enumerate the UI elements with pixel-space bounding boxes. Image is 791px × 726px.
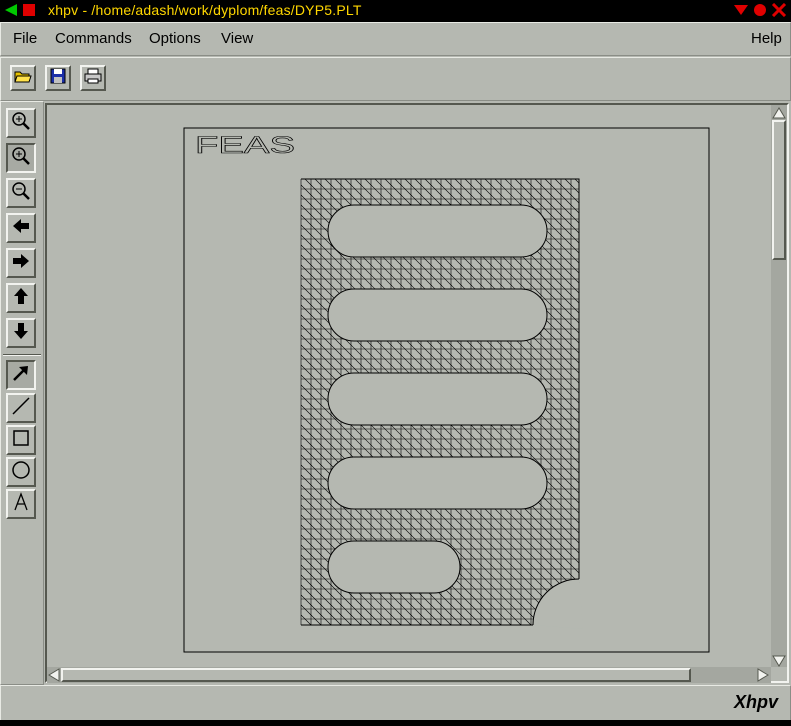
slot-hole [327, 288, 548, 342]
slot-hole [327, 540, 461, 594]
zoom-in-button[interactable] [6, 108, 36, 138]
pan-down-button[interactable] [6, 318, 36, 348]
pan-down-icon [11, 321, 31, 346]
slot-hole [327, 456, 548, 510]
back-icon[interactable] [4, 3, 18, 20]
open-button[interactable] [10, 65, 36, 91]
zoom-in-icon [11, 111, 31, 136]
menu-help[interactable]: Help [751, 30, 782, 47]
menu-options[interactable]: Options [149, 30, 201, 47]
horizontal-scrollbar[interactable] [47, 667, 771, 683]
title-bar: xhpv - /home/adash/work/dyplom/feas/DYP5… [0, 0, 791, 22]
open-folder-icon [14, 68, 32, 89]
vertical-scroll-thumb[interactable] [772, 120, 786, 260]
menu-bar: File Commands Options View Help [0, 22, 791, 56]
text-tool-icon [11, 491, 31, 517]
menu-commands[interactable]: Commands [55, 30, 132, 47]
tool-separator [3, 354, 41, 356]
tool-sidebar [0, 101, 44, 685]
minimize-icon[interactable] [733, 3, 749, 20]
pan-right-icon [11, 251, 31, 276]
corner-notch-fill [533, 579, 583, 629]
maximize-icon[interactable] [753, 3, 767, 20]
stop-icon[interactable] [22, 3, 36, 20]
toolbar [0, 57, 791, 101]
plot-svg: FEAS [183, 127, 710, 653]
line-tool-button[interactable] [6, 393, 36, 423]
line-tool-icon [11, 396, 31, 421]
save-disk-icon [50, 68, 66, 89]
pan-up-button[interactable] [6, 283, 36, 313]
text-tool-button[interactable] [6, 489, 36, 519]
circle-tool-icon [11, 460, 31, 485]
feas-logo: FEAS [195, 132, 295, 159]
menu-view[interactable]: View [221, 30, 253, 47]
window-title: xhpv - /home/adash/work/dyplom/feas/DYP5… [48, 2, 362, 18]
vertical-scrollbar[interactable] [771, 105, 787, 667]
zoom-window-button[interactable] [6, 143, 36, 173]
status-bar: Xhpv [0, 685, 791, 721]
horizontal-scroll-thumb[interactable] [61, 668, 691, 682]
pan-up-icon [11, 286, 31, 311]
slot-hole [327, 204, 548, 258]
pan-left-button[interactable] [6, 213, 36, 243]
pan-left-icon [11, 216, 31, 241]
slot-hole [327, 372, 548, 426]
select-arrow-icon [11, 363, 31, 388]
zoom-window-icon [11, 146, 31, 171]
rectangle-tool-icon [11, 428, 31, 453]
zoom-out-button[interactable] [6, 178, 36, 208]
close-icon[interactable] [771, 2, 787, 20]
print-icon [84, 68, 102, 89]
save-button[interactable] [45, 65, 71, 91]
finite-element-mesh [300, 178, 583, 629]
window-bottom-edge [0, 720, 791, 726]
rectangle-tool-button[interactable] [6, 425, 36, 455]
print-button[interactable] [80, 65, 106, 91]
drawing-canvas[interactable]: FEAS [47, 105, 771, 667]
zoom-out-icon [11, 181, 31, 206]
pan-right-button[interactable] [6, 248, 36, 278]
app-brand: Xhpv [733, 692, 778, 712]
menu-file[interactable]: File [13, 30, 37, 47]
circle-tool-button[interactable] [6, 457, 36, 487]
scroll-down-arrow-icon[interactable] [772, 654, 786, 672]
select-arrow-button[interactable] [6, 360, 36, 390]
